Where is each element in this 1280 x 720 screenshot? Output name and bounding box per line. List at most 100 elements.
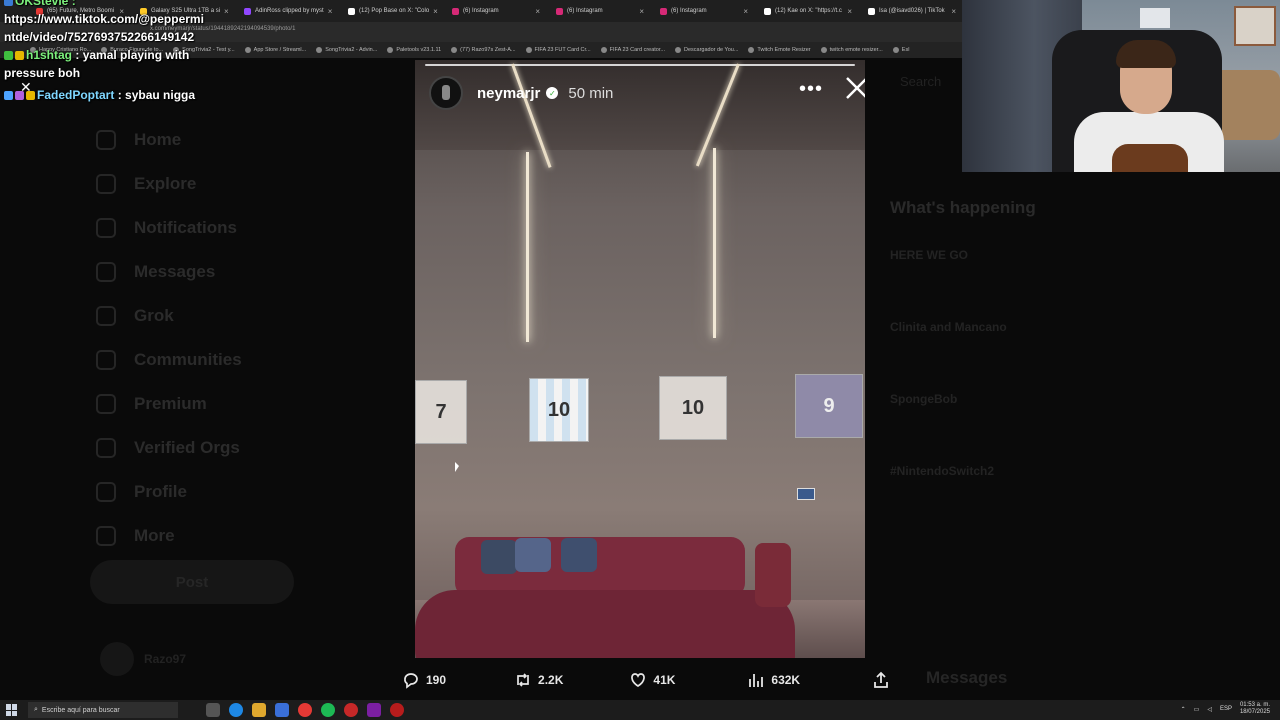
reply-button[interactable]: 190 [402,671,446,689]
spotify-icon[interactable] [321,703,335,717]
folder-icon[interactable] [252,703,266,717]
task-view-icon[interactable] [206,703,220,717]
favicon-icon [556,7,563,15]
nav-communities[interactable]: Communities [96,338,242,382]
browser-tab[interactable]: Isa (@isavd026) | TikTok × [862,2,962,20]
bookmark-item[interactable]: twitch emote resizer... [820,47,883,53]
browser-tab[interactable]: (6) Instagram × [550,2,650,20]
badge-icon [4,91,13,100]
system-tray: ⌃ ▭ ◁ ESP 01:53 a. m. 18/07/2025 [1181,702,1270,716]
browser-tab[interactable]: (6) Instagram × [446,2,546,20]
account-switcher[interactable]: Razo97 [100,642,186,676]
bookmark-icon [451,47,458,53]
chat-link-line: https://www.tiktok.com/@peppermi [4,12,204,26]
messages-drawer[interactable]: Messages [926,668,1007,688]
bookmark-item[interactable]: Paletools v23.1.11 [387,47,441,53]
edge-icon[interactable] [229,703,243,717]
verified-badge-icon: ✓ [546,87,559,99]
like-button[interactable]: 41K [629,671,675,689]
framed-jersey: 10 [529,378,589,442]
repost-count: 2.2K [538,673,564,687]
chat-user-name: FadedPoptart [37,88,115,102]
reply-icon [404,673,418,689]
nav-more[interactable]: More [96,514,242,558]
bookmark-item[interactable]: Twitch Emote Resizer [748,47,811,53]
post-button[interactable]: Post [90,560,294,604]
obs-icon[interactable] [344,703,358,717]
nav-grok-label: Grok [134,306,174,325]
trend-item[interactable]: SpongeBob [890,392,1250,464]
story-username[interactable]: neymarjr [477,85,540,102]
windows-start-icon[interactable] [6,704,18,716]
story-header: neymarjr ✓ 50 min ••• [429,74,865,112]
bookmark-item[interactable]: FIFA 23 FUT Card Cr... [525,47,591,53]
share-button[interactable] [872,671,890,689]
bookmark-item[interactable]: FIFA 23 Card creator... [600,47,665,53]
app-icon[interactable] [367,703,381,717]
chrome-icon[interactable] [298,703,312,717]
views-button[interactable]: 632K [747,671,800,689]
nav-home[interactable]: Home [96,118,242,162]
nav-home-label: Home [134,130,182,149]
close-icon[interactable]: ✕ [20,79,32,96]
clock[interactable]: 01:53 a. m. 18/07/2025 [1240,702,1270,716]
browser-tab[interactable]: (6) Instagram × [654,2,754,20]
framed-jersey: 9 [795,374,863,438]
close-icon[interactable]: × [847,7,852,16]
more-options-icon[interactable]: ••• [799,78,823,101]
nav-notifications[interactable]: Notifications [96,206,242,250]
nav-messages[interactable]: Messages [96,250,242,294]
bookmark-icon [525,47,532,53]
bookmark-item[interactable]: (77) Razo97s Zest-A... [451,47,516,53]
bookmark-icon [387,47,394,53]
tab-label: (6) Instagram [567,8,603,14]
trend-item[interactable]: Clinita and Mancano [890,320,1250,392]
taskbar-apps [206,703,404,717]
nav-grok[interactable]: Grok [96,294,242,338]
favicon-icon [868,7,875,15]
close-icon[interactable]: × [743,7,748,16]
tab-label: (6) Instagram [671,8,707,14]
browser-tab[interactable]: (12) Kae on X: "https://t.c × [758,2,858,20]
store-icon[interactable] [275,703,289,717]
close-icon[interactable]: × [535,7,540,16]
search-input[interactable]: Search [900,74,941,89]
streamer-hair [1116,40,1176,68]
nav-notifications-label: Notifications [134,218,237,237]
bookmark-item[interactable]: SongTrivia2 - Advin... [316,47,377,53]
bookmark-item[interactable]: App Store / Streaml... [244,47,307,53]
browser-tab[interactable]: AdinRoss clipped by myst × [238,2,338,20]
trend-item[interactable]: #NintendoSwitch2 [890,464,1250,536]
close-icon[interactable]: × [639,7,644,16]
nav-verified-orgs[interactable]: Verified Orgs [96,426,242,470]
close-icon[interactable]: × [328,7,333,16]
nav-explore-label: Explore [134,174,197,193]
browser-tab[interactable]: (12) Pop Base on X: "Colo × [342,2,442,20]
chevron-up-icon[interactable]: ⌃ [1181,706,1186,713]
language-indicator[interactable]: ESP [1220,706,1232,712]
volume-icon[interactable]: ◁ [1207,706,1212,713]
tab-label: (12) Kae on X: "https://t.c [775,8,842,14]
close-icon[interactable]: × [433,7,438,16]
bookmark-item[interactable]: Descargador de You... [674,47,738,53]
favicon-icon [348,7,355,15]
chat-message: pressure boh [4,66,81,80]
repost-button[interactable]: 2.2K [514,671,563,689]
opera-icon[interactable] [390,703,404,717]
trend-item[interactable]: HERE WE GO [890,248,1250,320]
nav-explore[interactable]: Explore [96,162,242,206]
bookmark-label: twitch emote resizer... [829,47,883,53]
wall-poster [1234,6,1276,46]
mouse-cursor [455,462,459,472]
nav-profile[interactable]: Profile [96,470,242,514]
network-icon[interactable]: ▭ [1194,706,1200,713]
favicon-icon [452,7,459,15]
close-icon[interactable]: × [951,7,956,16]
nav-premium[interactable]: Premium [96,382,242,426]
close-icon[interactable] [843,74,865,102]
taskbar-search[interactable]: ⌕ Escribe aquí para buscar [28,702,178,718]
share-icon [874,671,888,688]
bookmark-item[interactable]: Esl [892,47,909,53]
avatar[interactable] [429,76,463,110]
bookmark-label: App Store / Streaml... [253,47,307,53]
